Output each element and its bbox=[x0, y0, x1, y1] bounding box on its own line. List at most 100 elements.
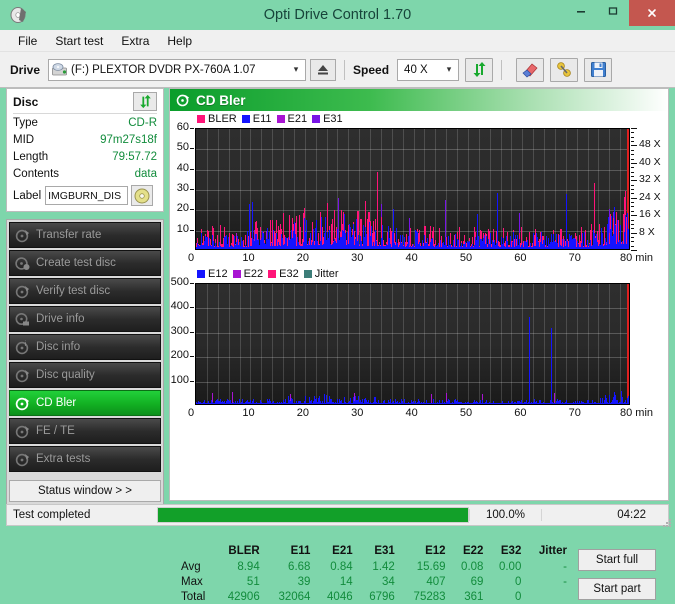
menu-item-help[interactable]: Help bbox=[158, 32, 201, 50]
gridline-vertical bbox=[305, 284, 306, 404]
progress-bar-fill bbox=[158, 508, 468, 522]
eraser-button[interactable] bbox=[516, 57, 545, 82]
col-header-e31: E31 bbox=[374, 544, 395, 557]
row-label-max: Max bbox=[181, 575, 203, 588]
legend-label: E32 bbox=[279, 268, 299, 280]
disc-value-type: CD-R bbox=[128, 117, 157, 129]
disc-panel-header: Disc bbox=[13, 92, 157, 114]
save-button[interactable] bbox=[584, 57, 613, 82]
y-tick-label: 200 bbox=[170, 349, 189, 362]
max-jitter: - bbox=[563, 575, 567, 588]
x-tick-label: 0 bbox=[188, 407, 195, 419]
tools-button[interactable] bbox=[550, 57, 579, 82]
data-spike-e12 bbox=[551, 328, 552, 404]
legend-entry-e31: E31 bbox=[312, 113, 343, 125]
sidebar-item-fe-te[interactable]: FE / TE bbox=[9, 418, 161, 444]
sidebar-item-create-test-disc[interactable]: Create test disc bbox=[9, 250, 161, 276]
close-button[interactable] bbox=[629, 0, 675, 26]
minimize-button[interactable] bbox=[565, 0, 597, 22]
stats-table: BLER E11 E21 E31 E12 E22 E32 Jitter Avg … bbox=[178, 543, 570, 604]
sidebar-item-disc-quality[interactable]: Disc quality bbox=[9, 362, 161, 388]
speed-select[interactable]: 40 X ▾ bbox=[397, 58, 460, 81]
stats-corner bbox=[178, 543, 212, 559]
sidebar-item-disc-info[interactable]: i Disc info bbox=[9, 334, 161, 360]
resize-grip[interactable] bbox=[661, 517, 671, 527]
cd-icon-button[interactable] bbox=[131, 185, 154, 206]
gridline-vertical bbox=[250, 284, 251, 404]
y-tick-label: 60 bbox=[176, 121, 189, 133]
start-full-button[interactable]: Start full bbox=[578, 549, 656, 571]
sidebar-label-fe-te: FE / TE bbox=[36, 425, 75, 437]
legend-label: BLER bbox=[208, 113, 237, 125]
legend-label: E21 bbox=[287, 113, 308, 125]
chevron-down-icon: ▾ bbox=[293, 64, 299, 74]
start-part-button[interactable]: Start part bbox=[578, 578, 656, 600]
disc-label-input[interactable]: IMGBURN_DIS bbox=[45, 186, 129, 205]
charts-area: BLER E11 E21 E31 10 20 30 40 50 60 0 10 20 30 40 50 60… bbox=[170, 111, 668, 603]
data-spike-bler bbox=[629, 237, 630, 249]
eject-button[interactable] bbox=[310, 58, 337, 81]
y-tick-label: 300 bbox=[170, 324, 189, 337]
col-header-e11: E11 bbox=[290, 544, 311, 557]
legend-swatch-icon bbox=[276, 115, 285, 123]
app-disc-icon bbox=[10, 6, 28, 24]
max-e32: 0 bbox=[514, 575, 522, 588]
speed-value: 40 X bbox=[404, 63, 428, 76]
sidebar-item-verify-test-disc[interactable]: Verify test disc bbox=[9, 278, 161, 304]
col-header-bler: BLER bbox=[228, 544, 260, 557]
x-tick-label: 20 bbox=[296, 252, 309, 264]
x-tick-label: 50 bbox=[459, 252, 473, 264]
avg-jitter: - bbox=[563, 560, 567, 573]
drive-icon bbox=[52, 63, 67, 76]
menu-item-extra[interactable]: Extra bbox=[112, 32, 158, 50]
sidebar-item-extra-tests[interactable]: Extra tests bbox=[9, 446, 161, 472]
data-spike-e11 bbox=[497, 193, 498, 249]
drive-select[interactable]: (F:) PLEXTOR DVDR PX-760A 1.07 ▾ bbox=[48, 58, 307, 81]
gridline-vertical bbox=[588, 284, 589, 404]
sidebar-label-disc-quality: Disc quality bbox=[36, 369, 95, 381]
gridline-vertical bbox=[566, 284, 567, 404]
legend-swatch-icon bbox=[197, 115, 205, 123]
x-tick-label: 30 bbox=[351, 407, 364, 419]
refresh-speed-button[interactable] bbox=[465, 57, 494, 82]
y-tick-label: 500 bbox=[170, 276, 189, 288]
menu-item-start-test[interactable]: Start test bbox=[46, 32, 112, 50]
menu-item-file[interactable]: File bbox=[9, 32, 46, 50]
toolbar-divider-1 bbox=[344, 59, 346, 80]
x-tick-label: 10 bbox=[242, 407, 255, 419]
disc-panel-title: Disc bbox=[13, 94, 39, 109]
maximize-button[interactable] bbox=[597, 0, 629, 22]
max-e22: 69 bbox=[470, 575, 484, 588]
toolbar-divider-2 bbox=[501, 59, 503, 80]
disc-extra-icon bbox=[15, 452, 30, 467]
legend-entry-e12: E12 bbox=[197, 268, 228, 280]
e12-plot[interactable] bbox=[195, 283, 630, 405]
legend-entry-e22: E22 bbox=[232, 268, 263, 280]
sidebar-item-drive-info[interactable]: Drive info bbox=[9, 306, 161, 332]
total-e21: 4046 bbox=[327, 590, 353, 603]
legend-label: E11 bbox=[252, 113, 272, 125]
status-window-button[interactable]: Status window > > bbox=[9, 480, 161, 502]
y-tick-label: 50 bbox=[176, 141, 189, 154]
disc-refresh-button[interactable] bbox=[133, 92, 157, 111]
legend-swatch-icon bbox=[268, 270, 277, 278]
gridline-vertical bbox=[370, 284, 371, 404]
legend-swatch-icon bbox=[241, 115, 250, 123]
status-text: Test completed bbox=[13, 509, 91, 521]
disc-key-length: Length bbox=[13, 151, 49, 163]
bler-plot[interactable] bbox=[195, 128, 630, 250]
gridline-horizontal bbox=[196, 210, 629, 211]
gridline-vertical bbox=[511, 284, 512, 404]
y-tick-label: 100 bbox=[170, 373, 189, 386]
sidebar-label-transfer-rate: Transfer rate bbox=[36, 229, 102, 241]
speed-tick-label: 48 X bbox=[639, 138, 661, 151]
main-content: Disc Type CD-R MID 97m27s18f Length 79:5… bbox=[0, 88, 675, 603]
sidebar-item-transfer-rate[interactable]: Transfer rate bbox=[9, 222, 161, 248]
sidebar-item-cd-bler[interactable]: CD Bler bbox=[9, 390, 161, 416]
table-header-row: BLER E11 E21 E31 E12 E22 E32 Jitter bbox=[178, 543, 570, 559]
legend-swatch-icon bbox=[232, 270, 241, 278]
data-spike-e11 bbox=[249, 204, 250, 249]
speed-label: Speed bbox=[353, 62, 390, 77]
gridline-vertical bbox=[533, 284, 534, 404]
disc-value-contents: data bbox=[134, 168, 157, 180]
